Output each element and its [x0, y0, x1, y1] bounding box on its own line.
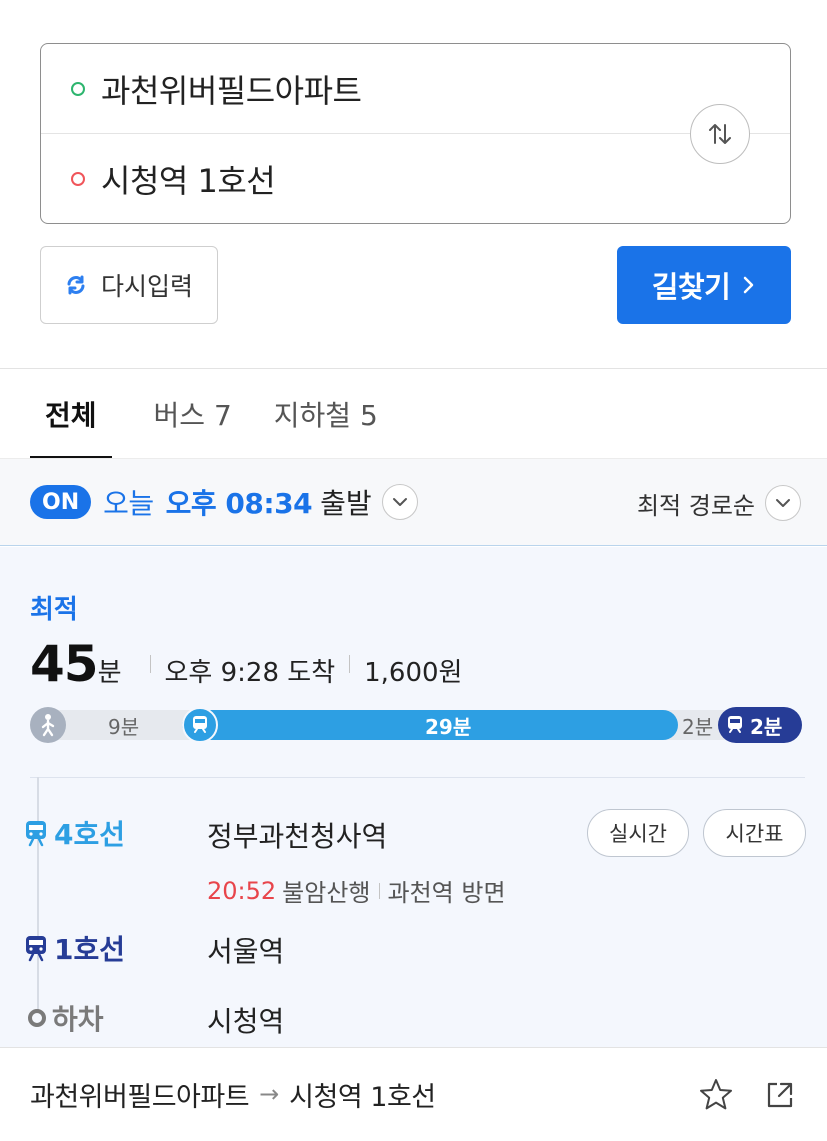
departure-bar: ON 오늘 오후 08:34 출발 최적 경로순: [0, 458, 827, 546]
origin-field[interactable]: 과천위버필드아파트: [41, 44, 790, 134]
swap-icon: [709, 124, 731, 144]
find-route-label: 길찾기: [651, 270, 731, 304]
step-line-label: 하차: [52, 1003, 104, 1036]
step-alight: 하차: [24, 998, 104, 1038]
chevron-down-icon: [776, 499, 790, 507]
walk-icon: [30, 707, 66, 743]
departure-time-dropdown[interactable]: [381, 484, 418, 520]
route-footer: 과천위버필드아파트 → 시청역 1호선: [0, 1047, 827, 1140]
reset-label: 다시입력: [100, 272, 193, 301]
route-search-box: 과천위버필드아파트 시청역 1호선: [40, 43, 791, 224]
tab-subway[interactable]: 지하철 5: [274, 369, 378, 458]
transport-tabs: 전체 버스 7 지하철 5: [30, 369, 420, 458]
best-route-badge: 최적: [30, 595, 78, 625]
footer-destination: 시청역 1호선: [289, 1081, 436, 1113]
sort-selector[interactable]: 최적 경로순: [637, 459, 801, 547]
reset-button[interactable]: 다시입력: [40, 246, 218, 324]
step-line1: 1호선: [24, 928, 125, 968]
subway-icon: [182, 707, 218, 743]
line4-duration: 29분: [425, 715, 472, 739]
chevron-right-icon: [744, 276, 754, 294]
sort-label: 최적 경로순: [636, 491, 755, 520]
arrival-time: 오후 9:28 도착: [164, 658, 336, 688]
tab-bus[interactable]: 버스 7: [154, 369, 232, 458]
duration-unit: 분: [97, 658, 122, 688]
train-platform-side: 과천역 방면: [387, 879, 506, 907]
summary-separator: [149, 655, 151, 673]
step-station: 시청역: [207, 1005, 285, 1038]
step-station: 서울역: [207, 935, 285, 968]
result-divider: [30, 777, 805, 778]
step-line4: 4호선: [24, 813, 125, 853]
refresh-icon: [67, 275, 85, 295]
tab-all[interactable]: 전체: [30, 369, 112, 458]
train-direction: 불암산행: [282, 879, 371, 907]
footer-actions: [697, 1048, 797, 1141]
train-arrival-info: 20:52 불암산행 과천역 방면: [207, 873, 506, 908]
line1-duration: 2분: [750, 714, 783, 739]
star-icon[interactable]: [697, 1076, 735, 1114]
departure-day: 오늘: [103, 487, 154, 520]
footer-origin: 과천위버필드아파트: [30, 1081, 250, 1113]
info-separator: [378, 882, 380, 899]
realtime-toggle[interactable]: ON: [30, 485, 92, 519]
fare: 1,600원: [364, 658, 463, 688]
realtime-button[interactable]: 실시간: [587, 809, 689, 857]
origin-text: 과천위버필드아파트: [101, 72, 362, 110]
summary-separator: [349, 655, 351, 673]
train-arrival-time: 20:52: [207, 876, 277, 905]
step-station: 정부과천청사역: [207, 820, 388, 853]
route-summary: 45 분 오후 9:28 도착 1,600원: [30, 635, 462, 693]
chevron-down-icon: [392, 498, 407, 506]
find-route-button[interactable]: 길찾기: [617, 246, 791, 324]
subway-icon: [26, 821, 46, 847]
route-result-card[interactable]: 최적 45 분 오후 9:28 도착 1,600원 9분 29분 2분 2분 4…: [0, 547, 827, 1047]
origin-dot-icon: [71, 82, 85, 96]
route-progress-bar: 9분 29분 2분 2분: [30, 707, 802, 743]
destination-text: 시청역 1호선: [101, 162, 276, 200]
transfer-duration: 2분: [682, 715, 714, 739]
subway-icon: [728, 716, 742, 733]
swap-button[interactable]: [690, 104, 750, 164]
departure-time[interactable]: 오후 08:34: [166, 482, 313, 522]
departure-suffix: 출발: [320, 487, 372, 520]
walk-duration: 9분: [108, 715, 140, 739]
alight-ring-icon: [28, 1009, 46, 1027]
line1-segment: 2분: [718, 707, 802, 743]
share-icon[interactable]: [763, 1078, 797, 1112]
destination-field[interactable]: 시청역 1호선: [41, 134, 790, 224]
timetable-button[interactable]: 시간표: [703, 809, 806, 857]
step-line-label: 4호선: [54, 818, 126, 851]
step-line-label: 1호선: [54, 933, 126, 966]
destination-dot-icon: [71, 172, 85, 186]
subway-icon: [26, 936, 46, 962]
arrow-right-icon: →: [259, 1080, 280, 1108]
duration-number: 45: [30, 635, 99, 693]
sort-dropdown[interactable]: [765, 485, 801, 521]
